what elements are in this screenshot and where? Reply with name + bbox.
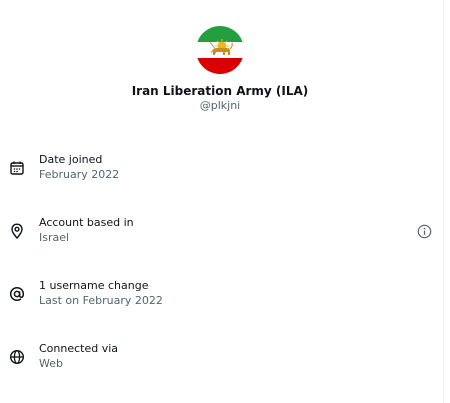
calendar-icon: [9, 160, 25, 176]
detail-value: Web: [39, 357, 63, 370]
detail-value: Israel: [39, 231, 70, 244]
detail-title: Account based in: [39, 216, 134, 229]
detail-title: Connected via: [39, 342, 119, 355]
detail-row-date-joined: Date joined February 2022: [0, 152, 444, 188]
detail-value: February 2022: [39, 168, 120, 181]
detail-title: 1 username change: [39, 279, 149, 292]
at-sign-icon: [9, 286, 25, 302]
account-info-panel: Iran Liberation Army (ILA) @plkjni Date …: [0, 0, 444, 403]
profile-avatar[interactable]: [196, 26, 244, 74]
location-pin-icon: [9, 223, 25, 239]
profile-display-name: Iran Liberation Army (ILA): [131, 84, 309, 98]
profile-handle: @plkjni: [199, 99, 241, 112]
detail-row-account-based-in: Account based in Israel: [0, 215, 444, 251]
info-icon[interactable]: [417, 224, 432, 239]
detail-value: Last on February 2022: [39, 294, 163, 307]
detail-row-connected-via: Connected via Web: [0, 341, 444, 377]
detail-title: Date joined: [39, 153, 103, 166]
iran-lion-and-sun-flag-avatar: [196, 26, 244, 74]
profile-header: Iran Liberation Army (ILA) @plkjni: [0, 26, 440, 113]
globe-icon: [9, 349, 25, 365]
detail-row-username-change: 1 username change Last on February 2022: [0, 278, 444, 314]
